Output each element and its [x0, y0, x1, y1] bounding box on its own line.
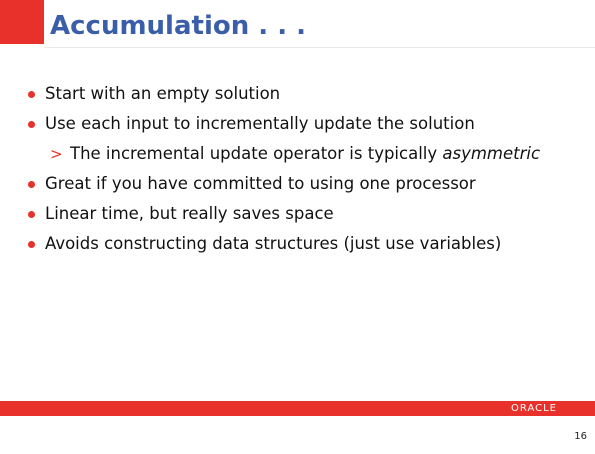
bullet-text: Use each input to incrementally update t…: [45, 114, 475, 133]
bullet-text: Great if you have committed to using one…: [45, 174, 476, 193]
sub-bullet-emphasis: asymmetric: [442, 144, 541, 163]
bullet-dot-icon: [28, 181, 35, 188]
footer-bar: [0, 401, 595, 416]
bullet-text: Avoids constructing data structures (jus…: [45, 234, 502, 253]
sub-bullet-item: > The incremental update operator is typ…: [0, 141, 595, 171]
slide-title: Accumulation . . .: [50, 11, 307, 41]
bullet-dot-icon: [28, 121, 35, 128]
bullet-list: Start with an empty solution Use each in…: [0, 81, 595, 261]
title-divider: [44, 47, 595, 48]
bullet-dot-icon: [28, 241, 35, 248]
bullet-item: Start with an empty solution: [0, 81, 595, 111]
slide: Accumulation . . . Start with an empty s…: [0, 0, 595, 454]
sub-bullet-marker: >: [50, 145, 63, 163]
bullet-dot-icon: [28, 211, 35, 218]
bullet-text: Start with an empty solution: [45, 84, 281, 103]
bullet-item: Linear time, but really saves space: [0, 201, 595, 231]
bullet-dot-icon: [28, 91, 35, 98]
page-number: 16: [574, 431, 587, 442]
bullet-text: Linear time, but really saves space: [45, 204, 334, 223]
sub-bullet-text: The incremental update operator is typic…: [70, 141, 540, 167]
sub-bullet-plain-text: The incremental update operator is typic…: [70, 144, 443, 163]
bullet-item: Avoids constructing data structures (jus…: [0, 231, 595, 261]
bullet-item: Great if you have committed to using one…: [0, 171, 595, 201]
title-accent-square: [0, 0, 44, 44]
bullet-item: Use each input to incrementally update t…: [0, 111, 595, 141]
oracle-logo: ORACLE: [511, 403, 557, 414]
